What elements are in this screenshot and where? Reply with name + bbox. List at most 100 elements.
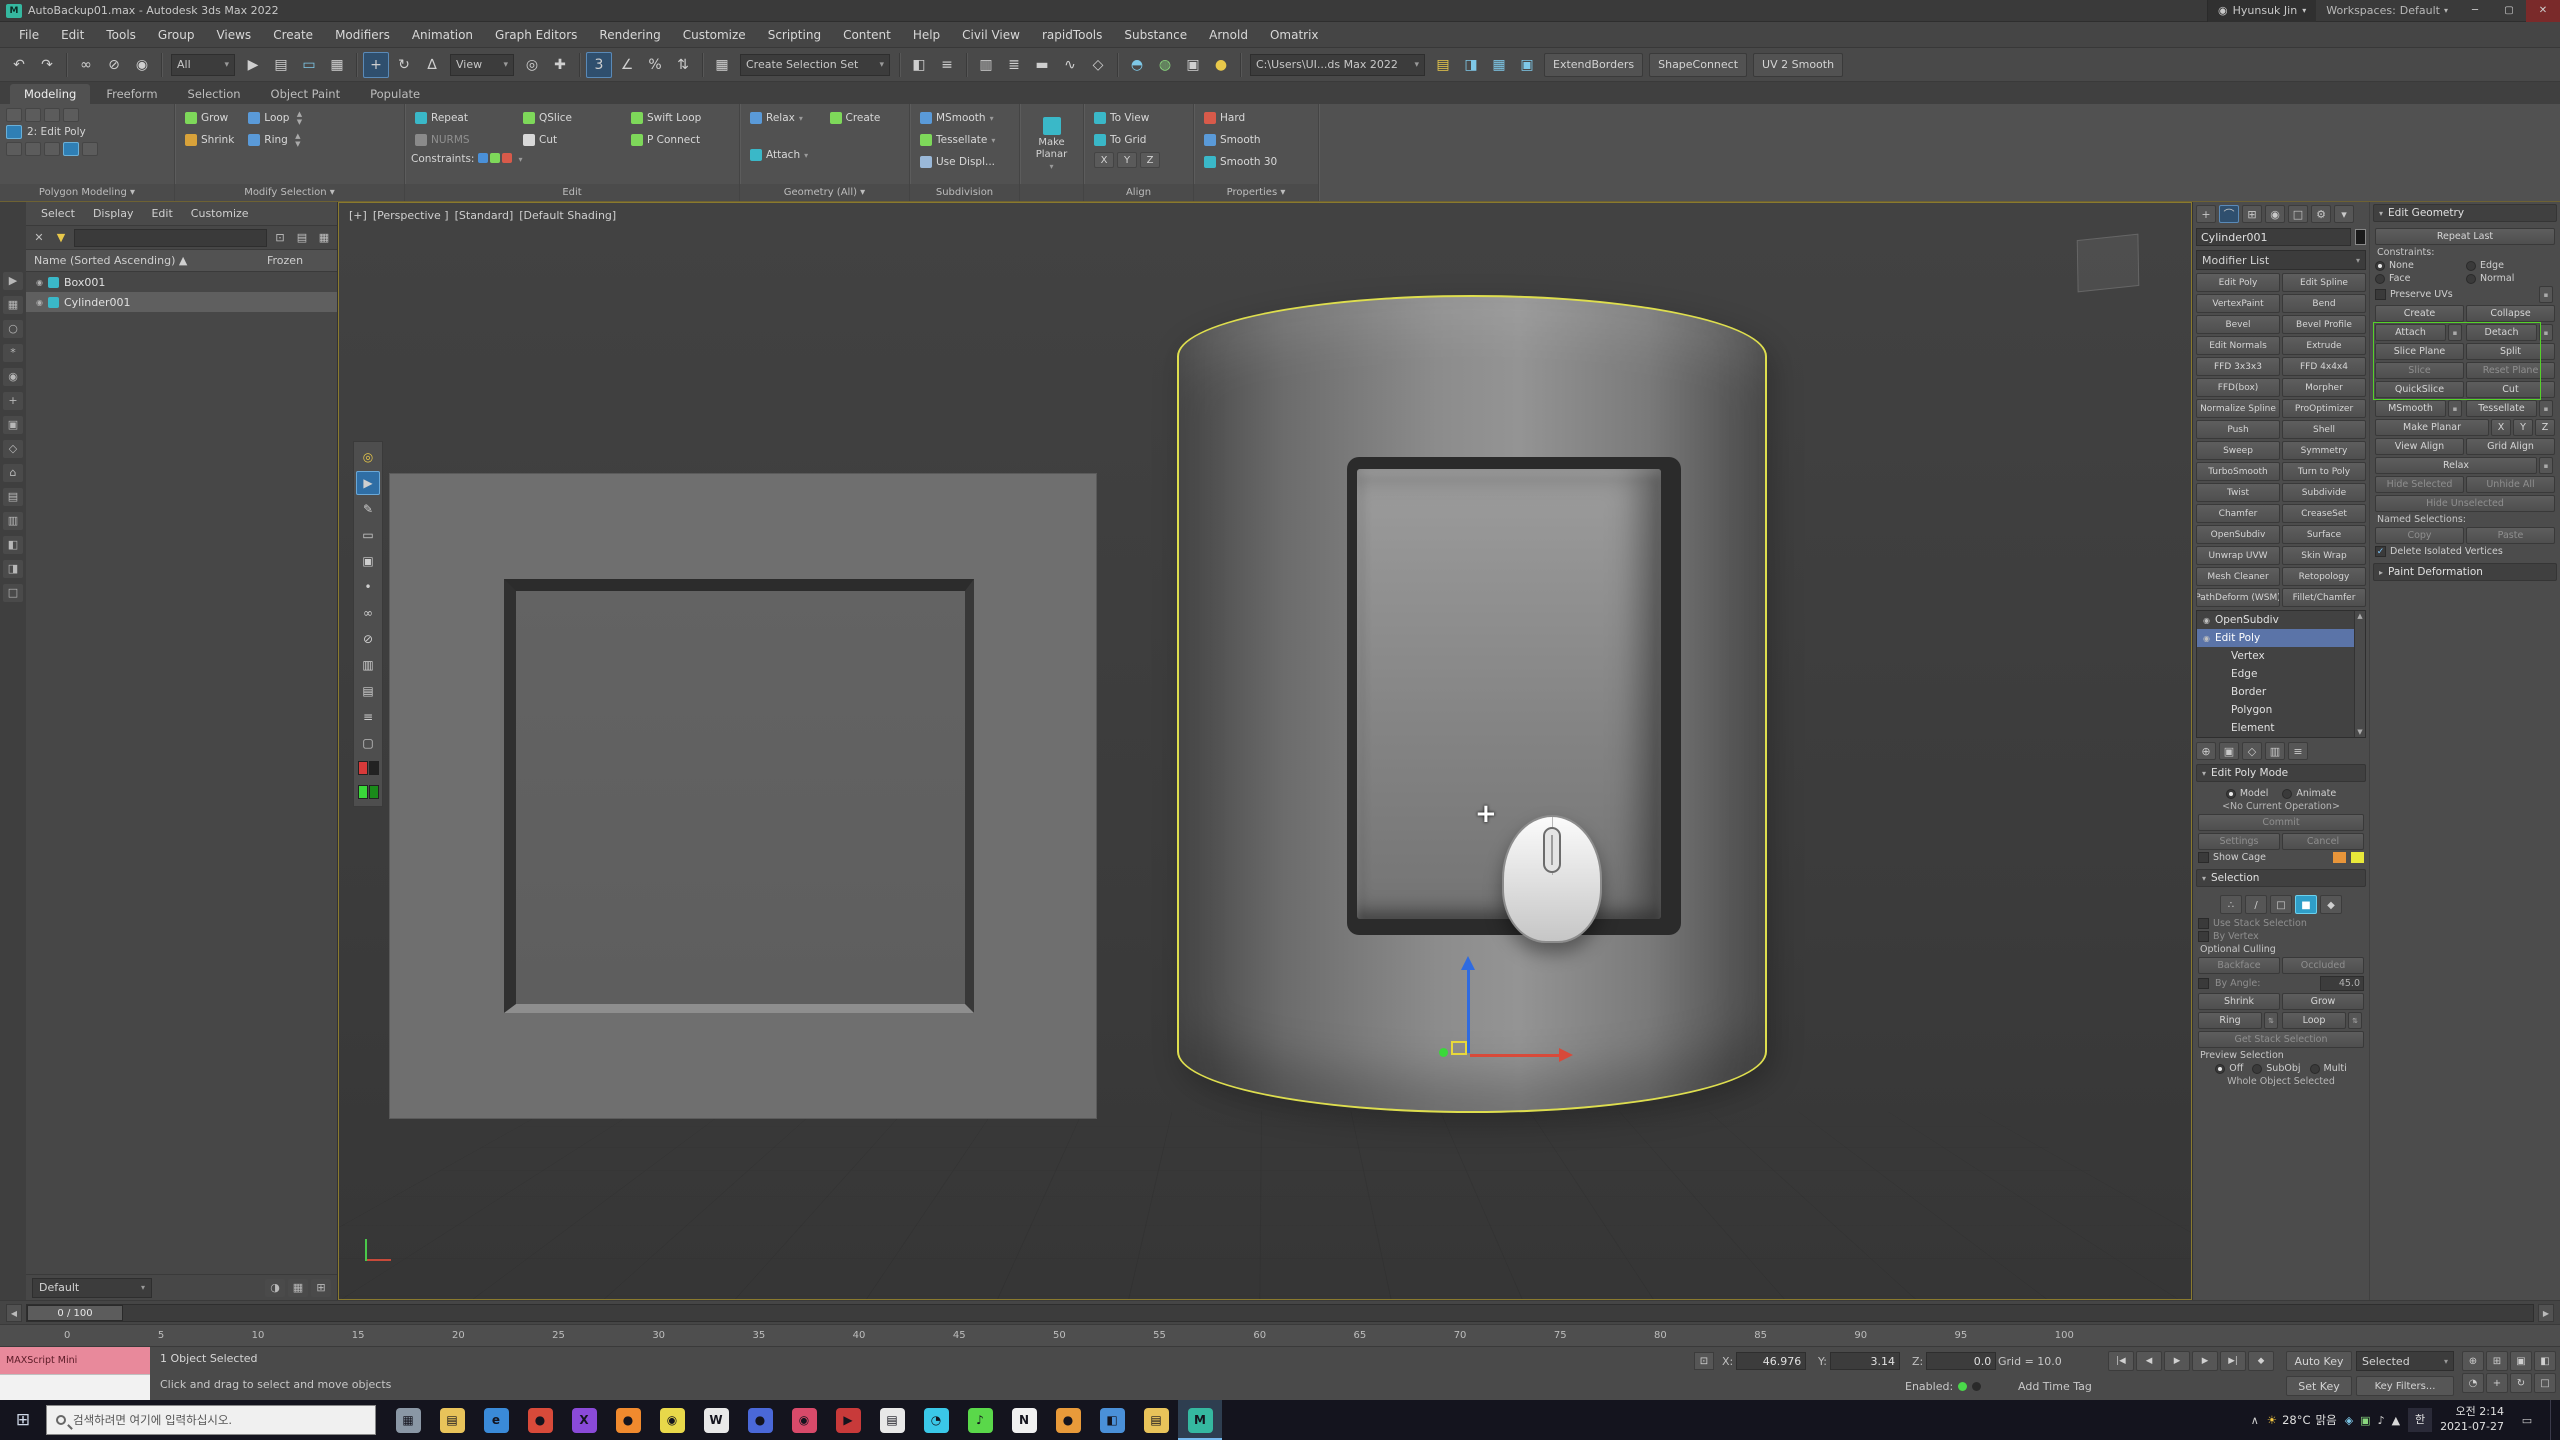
ribbon-attach-button[interactable]: Attach▾	[746, 145, 824, 165]
eg-slice-button[interactable]: Slice	[2375, 362, 2464, 379]
settings-box-icon[interactable]: ▪	[2539, 457, 2553, 474]
menu-graph-editors[interactable]: Graph Editors	[484, 22, 588, 48]
settings-box-icon[interactable]: ▪	[2448, 324, 2462, 341]
border-level-icon[interactable]	[44, 142, 60, 156]
app-red-icon[interactable]: ●	[518, 1400, 562, 1440]
ribbon-nurms-button[interactable]: NURMS	[411, 130, 517, 150]
menu-create[interactable]: Create	[262, 22, 324, 48]
settings-box-icon[interactable]: ▪	[2539, 286, 2553, 303]
align-icon[interactable]: ≡	[934, 52, 960, 78]
time-slider-handle[interactable]: 0 / 100	[27, 1305, 123, 1321]
hierarchy-tab-icon[interactable]: ⊞	[2242, 205, 2262, 223]
constraint-face-radio[interactable]: Face	[2375, 273, 2464, 284]
pick-icon[interactable]: ▶	[3, 272, 23, 290]
element-subobject-icon[interactable]: ◆	[2320, 895, 2342, 914]
ribbon-ring-button[interactable]: Ring	[244, 130, 292, 150]
ribbon-grow-button[interactable]: Grow	[181, 108, 238, 128]
constraint-normal-radio[interactable]: Normal	[2466, 273, 2555, 284]
ring-spinner[interactable]: ⇅	[2264, 1012, 2278, 1029]
ribbon-loop-button[interactable]: Loop	[244, 108, 293, 128]
preset-2-icon[interactable]	[25, 108, 41, 122]
edit-geometry-rollout[interactable]: ▾Edit Geometry	[2373, 204, 2557, 222]
perspective-viewport[interactable]: [+][Perspective ][Standard][Default Shad…	[338, 202, 2192, 1300]
previous-frame-button[interactable]: ◀	[2136, 1351, 2162, 1371]
y-transform-field[interactable]: Y:3.14	[1818, 1352, 1900, 1370]
modifier-push-button[interactable]: Push	[2196, 420, 2280, 439]
key-mode-toggle-button[interactable]: ◆	[2248, 1351, 2274, 1371]
visibility-icon[interactable]: ◉	[2203, 616, 2210, 625]
preset-1-icon[interactable]	[6, 108, 22, 122]
menu-arnold[interactable]: Arnold	[1198, 22, 1259, 48]
eg-planar-z-button[interactable]: Z	[2535, 419, 2555, 436]
explorer-search-input[interactable]	[74, 229, 267, 247]
volume-icon[interactable]: ♪	[2378, 1414, 2385, 1427]
modifier-opensubdiv-button[interactable]: OpenSubdiv	[2196, 525, 2280, 544]
panel-label[interactable]: Properties ▾	[1194, 184, 1318, 201]
eg-view-align-button[interactable]: View Align	[2375, 438, 2464, 455]
grid-view-icon[interactable]: ▦	[288, 1279, 308, 1297]
menu-scripting[interactable]: Scripting	[757, 22, 832, 48]
modifier-symmetry-button[interactable]: Symmetry	[2282, 441, 2366, 460]
curve-editor-icon[interactable]: ∿	[1057, 52, 1083, 78]
modifier-edit-poly-button[interactable]: Edit Poly	[2196, 273, 2280, 292]
weather-widget[interactable]: ☀ 28°C 맑음	[2267, 1412, 2337, 1428]
scene-object-row[interactable]: ◉Cylinder001	[26, 292, 337, 312]
cameras-filter-icon[interactable]: ◉	[3, 368, 23, 386]
reference-coordinate-select[interactable]: View▾	[450, 54, 514, 76]
tab-selection[interactable]: Selection	[174, 84, 255, 104]
viewport-label-segment-1[interactable]: [Perspective ]	[373, 209, 449, 222]
eg-slice-plane-button[interactable]: Slice Plane	[2375, 343, 2464, 360]
folder2-icon[interactable]: ▤	[1134, 1400, 1178, 1440]
cage-selected-color-swatch[interactable]	[2351, 852, 2364, 863]
menu-views[interactable]: Views	[205, 22, 262, 48]
tab-modeling[interactable]: Modeling	[10, 84, 90, 104]
modifier-pathdeform-wsm-button[interactable]: PathDeform (WSM)	[2196, 588, 2280, 607]
move-gizmo-x-axis[interactable]	[1470, 1054, 1566, 1057]
constraint-swatch[interactable]	[490, 153, 500, 163]
key-set-dropdown[interactable]: Selected▾	[2356, 1351, 2454, 1371]
modifier-fillet-chamfer-button[interactable]: Fillet/Chamfer	[2282, 588, 2366, 607]
security-icon[interactable]: ▣	[2360, 1414, 2370, 1427]
menu-rapidtools[interactable]: rapidTools	[1031, 22, 1113, 48]
ribbon-use-displ-button[interactable]: Use Displ...	[916, 152, 1013, 172]
tab-object-paint[interactable]: Object Paint	[257, 84, 355, 104]
ribbon-hard-button[interactable]: Hard	[1200, 108, 1312, 128]
auto-key-button[interactable]: Auto Key	[2286, 1351, 2352, 1371]
tab-freeform[interactable]: Freeform	[92, 84, 171, 104]
go-to-start-button[interactable]: |◀	[2108, 1351, 2134, 1371]
network-icon[interactable]: ▲	[2392, 1414, 2400, 1427]
modifier-edit-spline-button[interactable]: Edit Spline	[2282, 273, 2366, 292]
dropdown-arrow-icon[interactable]: ▾	[518, 155, 522, 164]
toggle-scene-explorer-icon[interactable]: ▥	[973, 52, 999, 78]
extend-borders-button[interactable]: ExtendBorders	[1544, 53, 1643, 77]
ribbon-axis-y-button[interactable]: Y	[1117, 152, 1137, 168]
color-swatch-red-black[interactable]	[356, 757, 380, 779]
modifier-morpher-button[interactable]: Morpher	[2282, 378, 2366, 397]
ribbon-repeat-button[interactable]: Repeat	[411, 108, 517, 128]
modifier-retopology-button[interactable]: Retopology	[2282, 567, 2366, 586]
modifier-ffd-3x3x3-button[interactable]: FFD 3x3x3	[2196, 357, 2280, 376]
modifier-turn-to-poly-button[interactable]: Turn to Poly	[2282, 462, 2366, 481]
border-subobject-icon[interactable]: □	[2270, 895, 2292, 914]
set-key-button[interactable]: Set Key	[2286, 1376, 2352, 1396]
eg-detach-button[interactable]: Detach	[2466, 324, 2537, 341]
eg-grid-align-button[interactable]: Grid Align	[2466, 438, 2555, 455]
ribbon-to-view-button[interactable]: To View	[1090, 108, 1187, 128]
ribbon-shrink-button[interactable]: Shrink	[181, 130, 238, 150]
taskbar-clock[interactable]: 오전 2:14 2021-07-27	[2440, 1405, 2504, 1435]
undo-icon[interactable]: ↶	[6, 52, 32, 78]
preview-off-radio[interactable]: Off	[2215, 1063, 2243, 1074]
mode-animate-radio[interactable]: Animate	[2282, 788, 2336, 799]
backface-button[interactable]: Backface	[2198, 957, 2280, 974]
polygon-subobject-icon[interactable]: ■	[2295, 895, 2317, 914]
printer-icon[interactable]: ▤	[356, 679, 380, 703]
make-planar-button[interactable]: Make Planar	[1036, 137, 1068, 160]
column-config-icon[interactable]: ▦	[315, 229, 333, 247]
schematic-view-icon[interactable]: ◇	[1085, 52, 1111, 78]
maximize-viewport-toggle-icon[interactable]: □	[2534, 1373, 2556, 1393]
use-stack-selection-checkbox[interactable]: Use Stack Selection	[2198, 918, 2364, 929]
modifier-sweep-button[interactable]: Sweep	[2196, 441, 2280, 460]
containers-filter-icon[interactable]: ▥	[3, 512, 23, 530]
explorer-menu-edit[interactable]: Edit	[142, 207, 181, 220]
geometry-filter-icon[interactable]: ▦	[3, 296, 23, 314]
